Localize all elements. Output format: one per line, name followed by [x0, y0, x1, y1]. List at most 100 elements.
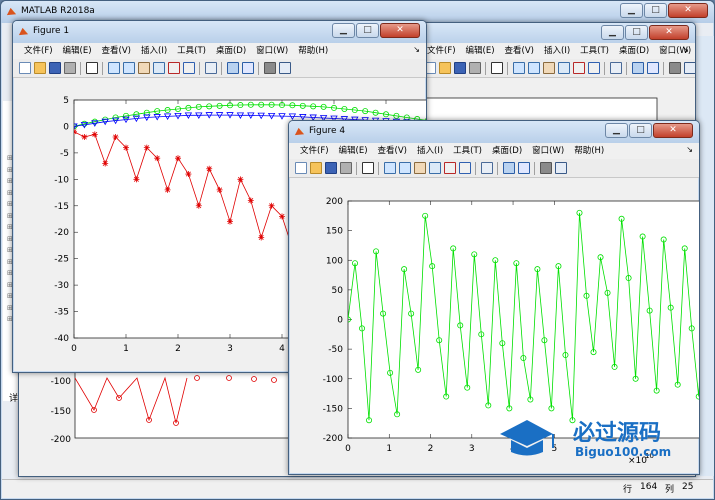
menu-item[interactable]: 窗口(W) [256, 43, 288, 59]
minimize-button[interactable]: ▁ [620, 3, 643, 18]
close-button[interactable]: ✕ [668, 3, 708, 18]
minimize-button[interactable]: ▁ [605, 123, 628, 138]
legend-icon[interactable] [646, 62, 659, 74]
menu-item[interactable]: 插入(I) [141, 43, 167, 59]
print-icon[interactable] [339, 162, 352, 174]
menu-item[interactable]: 文件(F) [24, 43, 53, 59]
ytick-label: -200 [51, 435, 72, 445]
colorbar-icon[interactable] [226, 62, 239, 74]
zoom-in-icon[interactable] [107, 62, 120, 74]
rotate-icon[interactable] [428, 162, 441, 174]
menu-item[interactable]: 文件(F) [300, 143, 329, 159]
open-file-icon[interactable] [33, 62, 46, 74]
data-point [154, 155, 161, 162]
dock-icon[interactable] [554, 162, 567, 174]
status-bar: 行 164 列 25 [2, 479, 713, 498]
menu-item[interactable]: 编辑(E) [466, 43, 495, 59]
plot-axes [347, 200, 699, 439]
menu-item[interactable]: 查看(V) [378, 143, 407, 159]
link-plot-icon[interactable] [204, 62, 217, 74]
zoom-out-icon[interactable] [527, 62, 540, 74]
brush-icon[interactable] [587, 62, 600, 74]
minimize-button[interactable]: ▁ [332, 23, 355, 38]
brush-icon[interactable] [182, 62, 195, 74]
ytick-label: -100 [51, 377, 72, 387]
legend-icon[interactable] [517, 162, 530, 174]
menu-item[interactable]: 桌面(D) [492, 143, 522, 159]
menu-item[interactable]: 工具(T) [177, 43, 206, 59]
new-figure-icon[interactable] [18, 62, 31, 74]
zoom-out-icon[interactable] [398, 162, 411, 174]
open-file-icon[interactable] [309, 162, 322, 174]
figure1-title-bar[interactable]: Figure 1 ▁ □ ✕ [13, 21, 426, 45]
colorbar-icon[interactable] [502, 162, 515, 174]
close-button[interactable]: ✕ [380, 23, 420, 38]
link-plot-icon[interactable] [480, 162, 493, 174]
menu-dock-arrow-icon[interactable]: ↘ [686, 145, 693, 154]
rotate-icon[interactable] [557, 62, 570, 74]
zoom-in-icon[interactable] [512, 62, 525, 74]
save-icon[interactable] [453, 62, 466, 74]
menu-item[interactable]: 查看(V) [102, 43, 131, 59]
maximize-button[interactable]: □ [629, 123, 652, 138]
save-icon[interactable] [324, 162, 337, 174]
toolbar [13, 59, 426, 78]
hide-tools-icon[interactable] [668, 62, 681, 74]
menu-item[interactable]: 文件(F) [427, 43, 456, 59]
xtick-label: 4 [279, 344, 285, 354]
pan-icon[interactable] [542, 62, 555, 74]
data-cursor-icon[interactable] [443, 162, 456, 174]
menu-item[interactable]: 帮助(H) [574, 143, 604, 159]
menu-item[interactable]: 编辑(E) [339, 143, 368, 159]
zoom-in-icon[interactable] [383, 162, 396, 174]
hide-tools-icon[interactable] [263, 62, 276, 74]
maximize-button[interactable]: □ [625, 25, 648, 40]
pointer-icon[interactable] [490, 62, 503, 74]
pointer-icon[interactable] [361, 162, 374, 174]
print-icon[interactable] [63, 62, 76, 74]
ytick-label: 5 [63, 96, 69, 106]
data-cursor-icon[interactable] [572, 62, 585, 74]
brush-icon[interactable] [458, 162, 471, 174]
menu-item[interactable]: 编辑(E) [63, 43, 92, 59]
data-cursor-icon[interactable] [167, 62, 180, 74]
close-button[interactable]: ✕ [649, 25, 689, 40]
menu-item[interactable]: 工具(T) [580, 43, 609, 59]
row-value: 164 [640, 482, 658, 492]
pan-icon[interactable] [413, 162, 426, 174]
pointer-icon[interactable] [85, 62, 98, 74]
figure4-controls: ▁ □ ✕ [604, 123, 693, 139]
matlab-logo-icon [6, 7, 17, 16]
menu-dock-arrow-icon[interactable]: ↘ [413, 45, 420, 54]
menu-item[interactable]: 帮助(H) [298, 43, 328, 59]
maximize-button[interactable]: □ [356, 23, 379, 38]
menu-item[interactable]: 工具(T) [453, 143, 482, 159]
ytick-label: -200 [323, 434, 344, 444]
menu-item[interactable]: 桌面(D) [619, 43, 649, 59]
menu-item[interactable]: 桌面(D) [216, 43, 246, 59]
menu-item[interactable]: 查看(V) [505, 43, 534, 59]
menu-item[interactable]: 插入(I) [417, 143, 443, 159]
menu-item[interactable]: 窗口(W) [532, 143, 564, 159]
maximize-button[interactable]: □ [644, 3, 667, 18]
menu-dock-arrow-icon[interactable]: ↘ [682, 45, 689, 54]
new-figure-icon[interactable] [294, 162, 307, 174]
colorbar-icon[interactable] [631, 62, 644, 74]
dock-icon[interactable] [683, 62, 695, 74]
menu-item[interactable]: 插入(I) [544, 43, 570, 59]
pan-icon[interactable] [137, 62, 150, 74]
figure4-title-bar[interactable]: Figure 4 ▁ □ ✕ [289, 121, 699, 145]
xtick-label: 3 [227, 344, 233, 354]
link-plot-icon[interactable] [609, 62, 622, 74]
legend-icon[interactable] [241, 62, 254, 74]
save-icon[interactable] [48, 62, 61, 74]
open-file-icon[interactable] [438, 62, 451, 74]
xtick-label: 3 [469, 444, 475, 454]
zoom-out-icon[interactable] [122, 62, 135, 74]
hide-tools-icon[interactable] [539, 162, 552, 174]
dock-icon[interactable] [278, 62, 291, 74]
minimize-button[interactable]: ▁ [601, 25, 624, 40]
print-icon[interactable] [468, 62, 481, 74]
rotate-icon[interactable] [152, 62, 165, 74]
close-button[interactable]: ✕ [653, 123, 693, 138]
